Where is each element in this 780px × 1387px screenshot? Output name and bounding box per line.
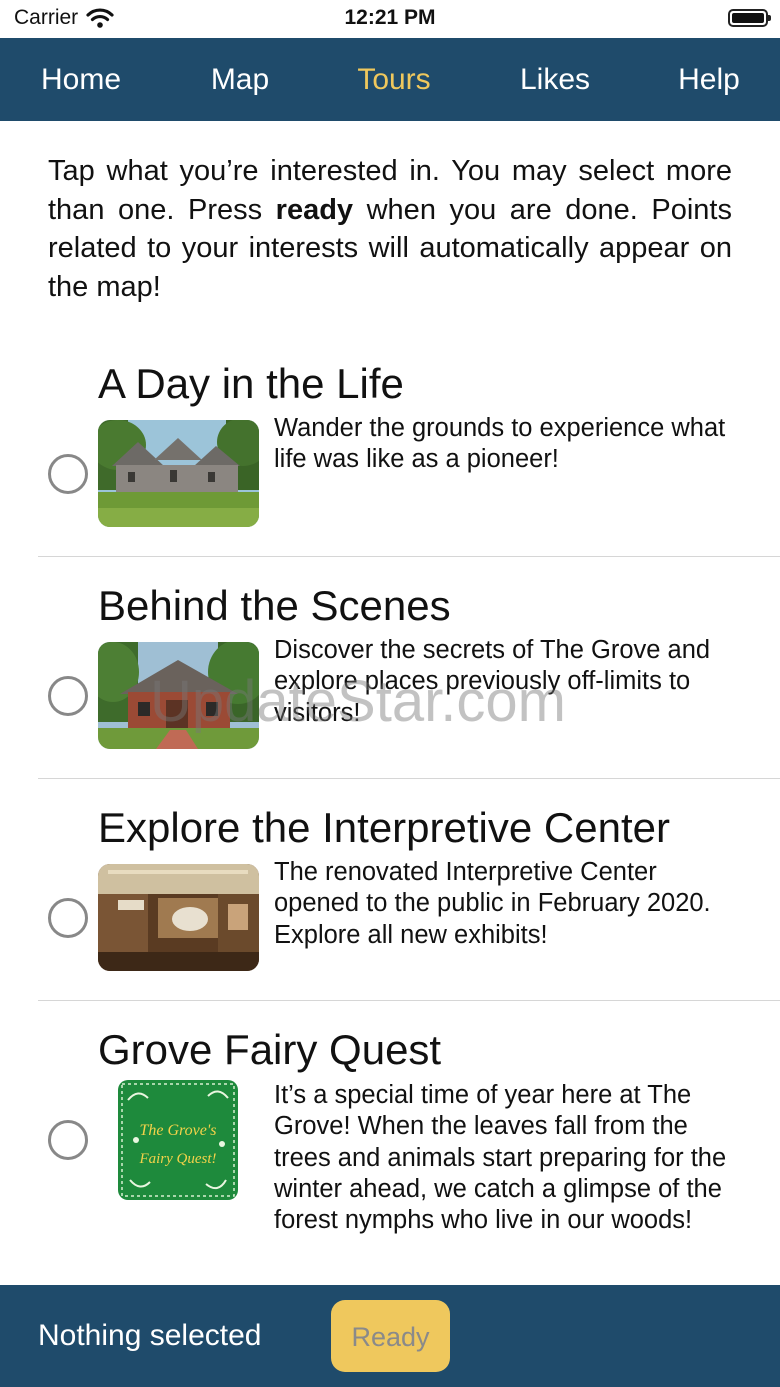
tour-description: The renovated Interpretive Center opened… [274,858,711,949]
tour-title: Behind the Scenes [98,582,451,629]
divider [38,1000,780,1001]
tour-item[interactable]: A Day in the Life Wander the grounds to … [0,356,780,556]
tour-radio-button[interactable] [48,676,88,716]
poster-line2: Fairy Quest! [138,1151,216,1167]
clock: 12:21 PM [344,6,436,29]
tour-item[interactable]: Explore the Interpretive Center The reno… [0,800,780,1000]
tour-image [98,420,259,527]
tour-radio-button[interactable] [48,898,88,938]
tour-description: It’s a special time of year here at The … [274,1081,727,1235]
top-nav: Home Map Tours Likes Help [0,38,780,121]
tour-item[interactable]: Behind the Scenes Discover the secrets o… [0,578,780,778]
tour-description: Discover the secrets of The Grove and ex… [274,636,711,727]
poster-line1: The Grove's [139,1122,216,1139]
nav-tours[interactable]: Tours [346,38,442,121]
tour-image: The Grove's Fairy Quest! [118,1080,238,1200]
tour-title: A Day in the Life [98,360,404,407]
brick-building-photo [98,642,259,749]
nav-help[interactable]: Help [666,38,752,121]
tour-item[interactable]: Grove Fairy Quest The Grove's Fairy Ques… [0,1022,780,1285]
battery-icon [728,9,771,27]
nav-likes[interactable]: Likes [508,38,602,121]
tour-image [98,864,259,971]
bottom-bar: Nothing selected Ready [0,1285,780,1387]
tour-description: Wander the grounds to experience what li… [274,414,726,474]
intro-ready-word: ready [275,193,354,226]
tour-image [98,642,259,749]
selection-status: Nothing selected [38,1319,262,1352]
divider [38,556,780,557]
tour-radio-button[interactable] [48,1120,88,1160]
intro-text: Tap what you’re interested in. You may s… [48,152,732,306]
tour-title: Grove Fairy Quest [98,1026,442,1073]
museum-interior-photo [98,864,259,971]
tour-title: Explore the Interpretive Center [98,804,670,851]
divider [38,778,780,779]
tour-radio-button[interactable] [48,454,88,494]
nav-map[interactable]: Map [196,38,284,121]
status-bar: Carrier 12:21 PM [0,0,780,38]
fairy-quest-poster: The Grove's Fairy Quest! [118,1080,238,1200]
nav-home[interactable]: Home [30,38,132,121]
ready-button[interactable]: Ready [331,1300,450,1372]
pioneer-house-photo [98,420,259,527]
